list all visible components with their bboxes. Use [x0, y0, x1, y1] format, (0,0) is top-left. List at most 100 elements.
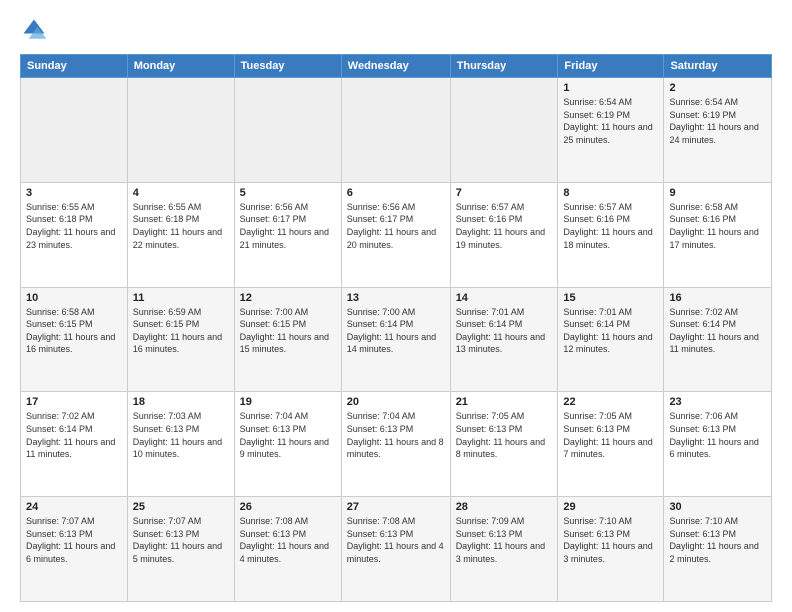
day-info: Sunrise: 7:04 AM Sunset: 6:13 PM Dayligh…	[240, 410, 336, 460]
day-info: Sunrise: 7:01 AM Sunset: 6:14 PM Dayligh…	[456, 306, 553, 356]
week-row-3: 10 Sunrise: 6:58 AM Sunset: 6:15 PM Dayli…	[21, 287, 772, 392]
day-info: Sunrise: 7:00 AM Sunset: 6:15 PM Dayligh…	[240, 306, 336, 356]
day-header-wednesday: Wednesday	[341, 55, 450, 78]
day-info: Sunrise: 6:58 AM Sunset: 6:16 PM Dayligh…	[669, 201, 766, 251]
day-info: Sunrise: 6:56 AM Sunset: 6:17 PM Dayligh…	[347, 201, 445, 251]
day-cell: 22 Sunrise: 7:05 AM Sunset: 6:13 PM Dayli…	[558, 392, 664, 497]
day-number: 19	[240, 396, 336, 408]
day-cell: 1 Sunrise: 6:54 AM Sunset: 6:19 PM Daylig…	[558, 78, 664, 183]
day-info: Sunrise: 7:01 AM Sunset: 6:14 PM Dayligh…	[563, 306, 658, 356]
day-number: 27	[347, 501, 445, 513]
day-header-tuesday: Tuesday	[234, 55, 341, 78]
day-number: 29	[563, 501, 658, 513]
day-cell: 8Sunrise: 6:57 AM Sunset: 6:16 PM Daylig…	[558, 182, 664, 287]
week-row-1: 1 Sunrise: 6:54 AM Sunset: 6:19 PM Daylig…	[21, 78, 772, 183]
day-cell	[127, 78, 234, 183]
day-info: Sunrise: 6:57 AM Sunset: 6:16 PM Dayligh…	[563, 201, 658, 251]
day-cell: 12 Sunrise: 7:00 AM Sunset: 6:15 PM Dayli…	[234, 287, 341, 392]
day-cell: 21 Sunrise: 7:05 AM Sunset: 6:13 PM Dayli…	[450, 392, 558, 497]
day-info: Sunrise: 7:07 AM Sunset: 6:13 PM Dayligh…	[26, 515, 122, 565]
day-number: 12	[240, 292, 336, 304]
day-info: Sunrise: 7:02 AM Sunset: 6:14 PM Dayligh…	[669, 306, 766, 356]
day-header-saturday: Saturday	[664, 55, 772, 78]
day-number: 5	[240, 187, 336, 199]
day-number: 21	[456, 396, 553, 408]
day-number: 9	[669, 187, 766, 199]
day-number: 18	[133, 396, 229, 408]
day-cell: 14Sunrise: 7:01 AM Sunset: 6:14 PM Dayli…	[450, 287, 558, 392]
day-number: 7	[456, 187, 553, 199]
day-cell: 10 Sunrise: 6:58 AM Sunset: 6:15 PM Dayli…	[21, 287, 128, 392]
day-cell: 30Sunrise: 7:10 AM Sunset: 6:13 PM Dayli…	[664, 497, 772, 602]
day-info: Sunrise: 7:03 AM Sunset: 6:13 PM Dayligh…	[133, 410, 229, 460]
day-number: 6	[347, 187, 445, 199]
day-number: 20	[347, 396, 445, 408]
day-cell: 23 Sunrise: 7:06 AM Sunset: 6:13 PM Dayli…	[664, 392, 772, 497]
day-cell	[450, 78, 558, 183]
day-info: Sunrise: 6:59 AM Sunset: 6:15 PM Dayligh…	[133, 306, 229, 356]
day-cell: 15 Sunrise: 7:01 AM Sunset: 6:14 PM Dayli…	[558, 287, 664, 392]
day-info: Sunrise: 7:05 AM Sunset: 6:13 PM Dayligh…	[456, 410, 553, 460]
day-cell: 5 Sunrise: 6:56 AM Sunset: 6:17 PM Daylig…	[234, 182, 341, 287]
day-cell: 3 Sunrise: 6:55 AM Sunset: 6:18 PM Daylig…	[21, 182, 128, 287]
day-number: 28	[456, 501, 553, 513]
day-info: Sunrise: 7:08 AM Sunset: 6:13 PM Dayligh…	[240, 515, 336, 565]
day-info: Sunrise: 6:58 AM Sunset: 6:15 PM Dayligh…	[26, 306, 122, 356]
day-info: Sunrise: 7:06 AM Sunset: 6:13 PM Dayligh…	[669, 410, 766, 460]
day-info: Sunrise: 7:00 AM Sunset: 6:14 PM Dayligh…	[347, 306, 445, 356]
day-header-monday: Monday	[127, 55, 234, 78]
day-number: 10	[26, 292, 122, 304]
header	[20, 16, 772, 44]
day-number: 30	[669, 501, 766, 513]
day-cell: 16 Sunrise: 7:02 AM Sunset: 6:14 PM Dayli…	[664, 287, 772, 392]
day-cell: 9 Sunrise: 6:58 AM Sunset: 6:16 PM Daylig…	[664, 182, 772, 287]
logo	[20, 16, 52, 44]
day-number: 16	[669, 292, 766, 304]
day-info: Sunrise: 6:56 AM Sunset: 6:17 PM Dayligh…	[240, 201, 336, 251]
day-cell: 6 Sunrise: 6:56 AM Sunset: 6:17 PM Daylig…	[341, 182, 450, 287]
week-row-4: 17 Sunrise: 7:02 AM Sunset: 6:14 PM Dayli…	[21, 392, 772, 497]
day-info: Sunrise: 6:54 AM Sunset: 6:19 PM Dayligh…	[669, 96, 766, 146]
day-number: 4	[133, 187, 229, 199]
day-cell	[21, 78, 128, 183]
day-number: 1	[563, 82, 658, 94]
day-info: Sunrise: 7:10 AM Sunset: 6:13 PM Dayligh…	[563, 515, 658, 565]
page: SundayMondayTuesdayWednesdayThursdayFrid…	[0, 0, 792, 612]
week-row-2: 3 Sunrise: 6:55 AM Sunset: 6:18 PM Daylig…	[21, 182, 772, 287]
logo-icon	[20, 16, 48, 44]
day-cell: 27Sunrise: 7:08 AM Sunset: 6:13 PM Dayli…	[341, 497, 450, 602]
day-header-sunday: Sunday	[21, 55, 128, 78]
day-info: Sunrise: 6:57 AM Sunset: 6:16 PM Dayligh…	[456, 201, 553, 251]
day-cell: 4 Sunrise: 6:55 AM Sunset: 6:18 PM Daylig…	[127, 182, 234, 287]
day-cell: 25Sunrise: 7:07 AM Sunset: 6:13 PM Dayli…	[127, 497, 234, 602]
day-cell: 29 Sunrise: 7:10 AM Sunset: 6:13 PM Dayli…	[558, 497, 664, 602]
day-cell: 17 Sunrise: 7:02 AM Sunset: 6:14 PM Dayli…	[21, 392, 128, 497]
day-number: 2	[669, 82, 766, 94]
day-number: 17	[26, 396, 122, 408]
day-info: Sunrise: 6:55 AM Sunset: 6:18 PM Dayligh…	[133, 201, 229, 251]
day-cell: 18 Sunrise: 7:03 AM Sunset: 6:13 PM Dayli…	[127, 392, 234, 497]
day-cell: 28 Sunrise: 7:09 AM Sunset: 6:13 PM Dayli…	[450, 497, 558, 602]
calendar-table: SundayMondayTuesdayWednesdayThursdayFrid…	[20, 54, 772, 602]
day-number: 22	[563, 396, 658, 408]
day-number: 13	[347, 292, 445, 304]
day-info: Sunrise: 7:04 AM Sunset: 6:13 PM Dayligh…	[347, 410, 445, 460]
day-info: Sunrise: 6:55 AM Sunset: 6:18 PM Dayligh…	[26, 201, 122, 251]
day-info: Sunrise: 7:09 AM Sunset: 6:13 PM Dayligh…	[456, 515, 553, 565]
day-info: Sunrise: 7:05 AM Sunset: 6:13 PM Dayligh…	[563, 410, 658, 460]
day-number: 15	[563, 292, 658, 304]
day-cell	[234, 78, 341, 183]
day-info: Sunrise: 7:02 AM Sunset: 6:14 PM Dayligh…	[26, 410, 122, 460]
day-number: 3	[26, 187, 122, 199]
day-cell: 24 Sunrise: 7:07 AM Sunset: 6:13 PM Dayli…	[21, 497, 128, 602]
day-cell: 7 Sunrise: 6:57 AM Sunset: 6:16 PM Daylig…	[450, 182, 558, 287]
day-number: 23	[669, 396, 766, 408]
day-cell: 20 Sunrise: 7:04 AM Sunset: 6:13 PM Dayli…	[341, 392, 450, 497]
day-cell: 11Sunrise: 6:59 AM Sunset: 6:15 PM Dayli…	[127, 287, 234, 392]
day-info: Sunrise: 6:54 AM Sunset: 6:19 PM Dayligh…	[563, 96, 658, 146]
day-number: 24	[26, 501, 122, 513]
day-cell: 13 Sunrise: 7:00 AM Sunset: 6:14 PM Dayli…	[341, 287, 450, 392]
day-cell	[341, 78, 450, 183]
day-header-thursday: Thursday	[450, 55, 558, 78]
header-row: SundayMondayTuesdayWednesdayThursdayFrid…	[21, 55, 772, 78]
